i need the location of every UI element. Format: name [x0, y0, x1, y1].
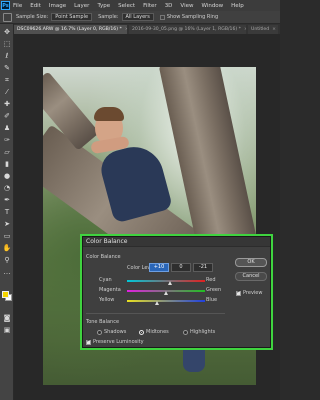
show-ring-checkbox[interactable] — [159, 14, 165, 20]
menu-bar: Ps File Edit Image Layer Type Select Fil… — [0, 0, 280, 11]
level-magenta-green-field[interactable]: 0 — [171, 263, 191, 272]
pen-icon[interactable]: ✒ — [3, 196, 11, 204]
sample-select[interactable]: All Layers — [121, 13, 154, 21]
tab-label: 2016-09-30_05.png @ 16% (Layer 1, RGB/16… — [131, 27, 241, 32]
menu-select[interactable]: Select — [118, 3, 135, 9]
radio-button[interactable] — [139, 329, 144, 335]
sample-size-select[interactable]: Point Sample — [51, 13, 93, 21]
menu-3d[interactable]: 3D — [165, 3, 173, 9]
gradient-icon[interactable]: ▮ — [3, 160, 11, 168]
slider-yellow-blue[interactable]: Yellow Blue — [83, 296, 228, 306]
slider-thumb[interactable] — [164, 291, 168, 295]
menu-help[interactable]: Help — [231, 3, 244, 9]
type-icon[interactable]: T — [3, 208, 11, 216]
radio-button[interactable] — [97, 329, 102, 335]
menu-edit[interactable]: Edit — [30, 3, 41, 9]
document-tabs: DSC09626.ARW @ 16.7% (Layer 0, RGB/16) *… — [14, 24, 280, 34]
lasso-icon[interactable]: ℓ — [3, 52, 11, 60]
slider-left-label: Magenta — [99, 287, 121, 293]
eyedropper-icon[interactable]: ⁄ — [3, 88, 11, 96]
preserve-luminosity-label: Preserve Luminosity — [93, 339, 144, 345]
radio-shadows[interactable]: Shadows — [97, 329, 126, 335]
cancel-button[interactable]: Cancel — [235, 272, 267, 281]
slider-right-label: Green — [206, 287, 222, 293]
quick-select-icon[interactable]: ✎ — [3, 64, 11, 72]
rectangle-icon[interactable]: ▭ — [3, 232, 11, 240]
slider-track[interactable] — [127, 300, 205, 302]
dialog-body: Color Balance Color Levels: +10 0 -21 Cy… — [83, 247, 228, 348]
menu-type[interactable]: Type — [97, 3, 110, 9]
radio-label: Shadows — [104, 329, 127, 335]
options-bar: Sample Size: Point Sample Sample: All La… — [0, 11, 280, 24]
tab-document-2[interactable]: 2016-09-30_05.png @ 16% (Layer 1, RGB/16… — [128, 25, 246, 34]
dialog-title[interactable]: Color Balance — [83, 237, 270, 247]
sample-label: Sample: — [98, 14, 119, 20]
path-select-icon[interactable]: ➤ — [3, 220, 11, 228]
eraser-icon[interactable]: ▱ — [3, 148, 11, 156]
slider-right-label: Red — [206, 277, 216, 283]
preserve-luminosity-option[interactable]: Preserve Luminosity — [86, 338, 144, 345]
marquee-icon[interactable]: ⬚ — [3, 40, 11, 48]
menu-file[interactable]: File — [13, 3, 22, 9]
preview-checkbox[interactable] — [236, 289, 241, 296]
boy-hair — [94, 107, 124, 121]
radio-label: Midtones — [146, 329, 169, 335]
ok-button[interactable]: OK — [235, 258, 267, 267]
slider-left-label: Yellow — [99, 297, 115, 303]
preview-option[interactable]: Preview — [236, 289, 263, 296]
hand-icon[interactable]: ✋ — [3, 244, 12, 252]
color-balance-dialog: Color Balance Color Balance Color Levels… — [82, 236, 271, 348]
move-icon[interactable]: ✥ — [3, 28, 11, 36]
radio-midtones[interactable]: Midtones — [139, 329, 169, 335]
menu-layer[interactable]: Layer — [74, 3, 89, 9]
history-brush-icon[interactable]: ✑ — [3, 136, 11, 144]
level-yellow-blue-field[interactable]: -21 — [193, 263, 213, 272]
tab-document-1[interactable]: DSC09626.ARW @ 16.7% (Layer 0, RGB/16) *… — [14, 25, 127, 34]
tone-balance-header: Tone Balance — [86, 319, 120, 325]
menu-filter[interactable]: Filter — [143, 3, 157, 9]
level-cyan-red-field[interactable]: +10 — [149, 263, 169, 272]
tools-panel: ✥ ⬚ ℓ ✎ ⌗ ⁄ ✚ ✐ ♟ ✑ ▱ ▮ ● ◔ ✒ T ➤ ▭ ✋ ⚲ … — [0, 24, 14, 400]
radio-highlights[interactable]: Highlights — [183, 329, 215, 335]
menu-view[interactable]: View — [180, 3, 193, 9]
radio-label: Highlights — [190, 329, 216, 335]
brush-icon[interactable]: ✐ — [3, 112, 11, 120]
close-icon[interactable]: × — [272, 27, 276, 32]
foreground-color-swatch[interactable] — [2, 291, 9, 298]
zoom-icon[interactable]: ⚲ — [3, 256, 11, 264]
preserve-luminosity-checkbox[interactable] — [86, 338, 91, 345]
close-icon[interactable]: × — [125, 27, 127, 32]
edit-toolbar-icon[interactable]: … — [3, 268, 11, 276]
slider-magenta-green[interactable]: Magenta Green — [83, 286, 228, 296]
color-balance-header: Color Balance — [86, 254, 121, 260]
tab-label: DSC09626.ARW @ 16.7% (Layer 0, RGB/16) * — [17, 27, 122, 32]
tab-document-3[interactable]: Untitled × — [248, 25, 278, 34]
screen-mode-icon[interactable]: ▣ — [3, 326, 11, 334]
close-icon[interactable]: × — [244, 27, 246, 32]
clone-stamp-icon[interactable]: ♟ — [3, 124, 11, 132]
sample-size-label: Sample Size: — [16, 14, 49, 20]
eyedropper-preset-icon[interactable] — [3, 12, 12, 22]
menu-image[interactable]: Image — [49, 3, 66, 9]
preview-label: Preview — [243, 290, 263, 296]
blur-icon[interactable]: ● — [3, 172, 11, 180]
quick-mask-icon[interactable]: ◙ — [3, 314, 11, 322]
slider-thumb[interactable] — [154, 301, 159, 305]
slider-cyan-red[interactable]: Cyan Red — [83, 276, 228, 286]
slider-thumb[interactable] — [167, 281, 172, 285]
menu-window[interactable]: Window — [201, 3, 223, 9]
show-ring-label: Show Sampling Ring — [166, 14, 219, 20]
slider-left-label: Cyan — [99, 277, 112, 283]
healing-icon[interactable]: ✚ — [3, 100, 11, 108]
dodge-icon[interactable]: ◔ — [3, 184, 11, 192]
radio-button[interactable] — [183, 329, 188, 335]
slider-right-label: Blue — [206, 297, 218, 303]
section-divider — [86, 313, 225, 314]
crop-icon[interactable]: ⌗ — [3, 76, 11, 84]
tab-label: Untitled — [251, 27, 270, 32]
slider-track[interactable] — [127, 280, 205, 282]
photoshop-logo: Ps — [1, 1, 10, 10]
